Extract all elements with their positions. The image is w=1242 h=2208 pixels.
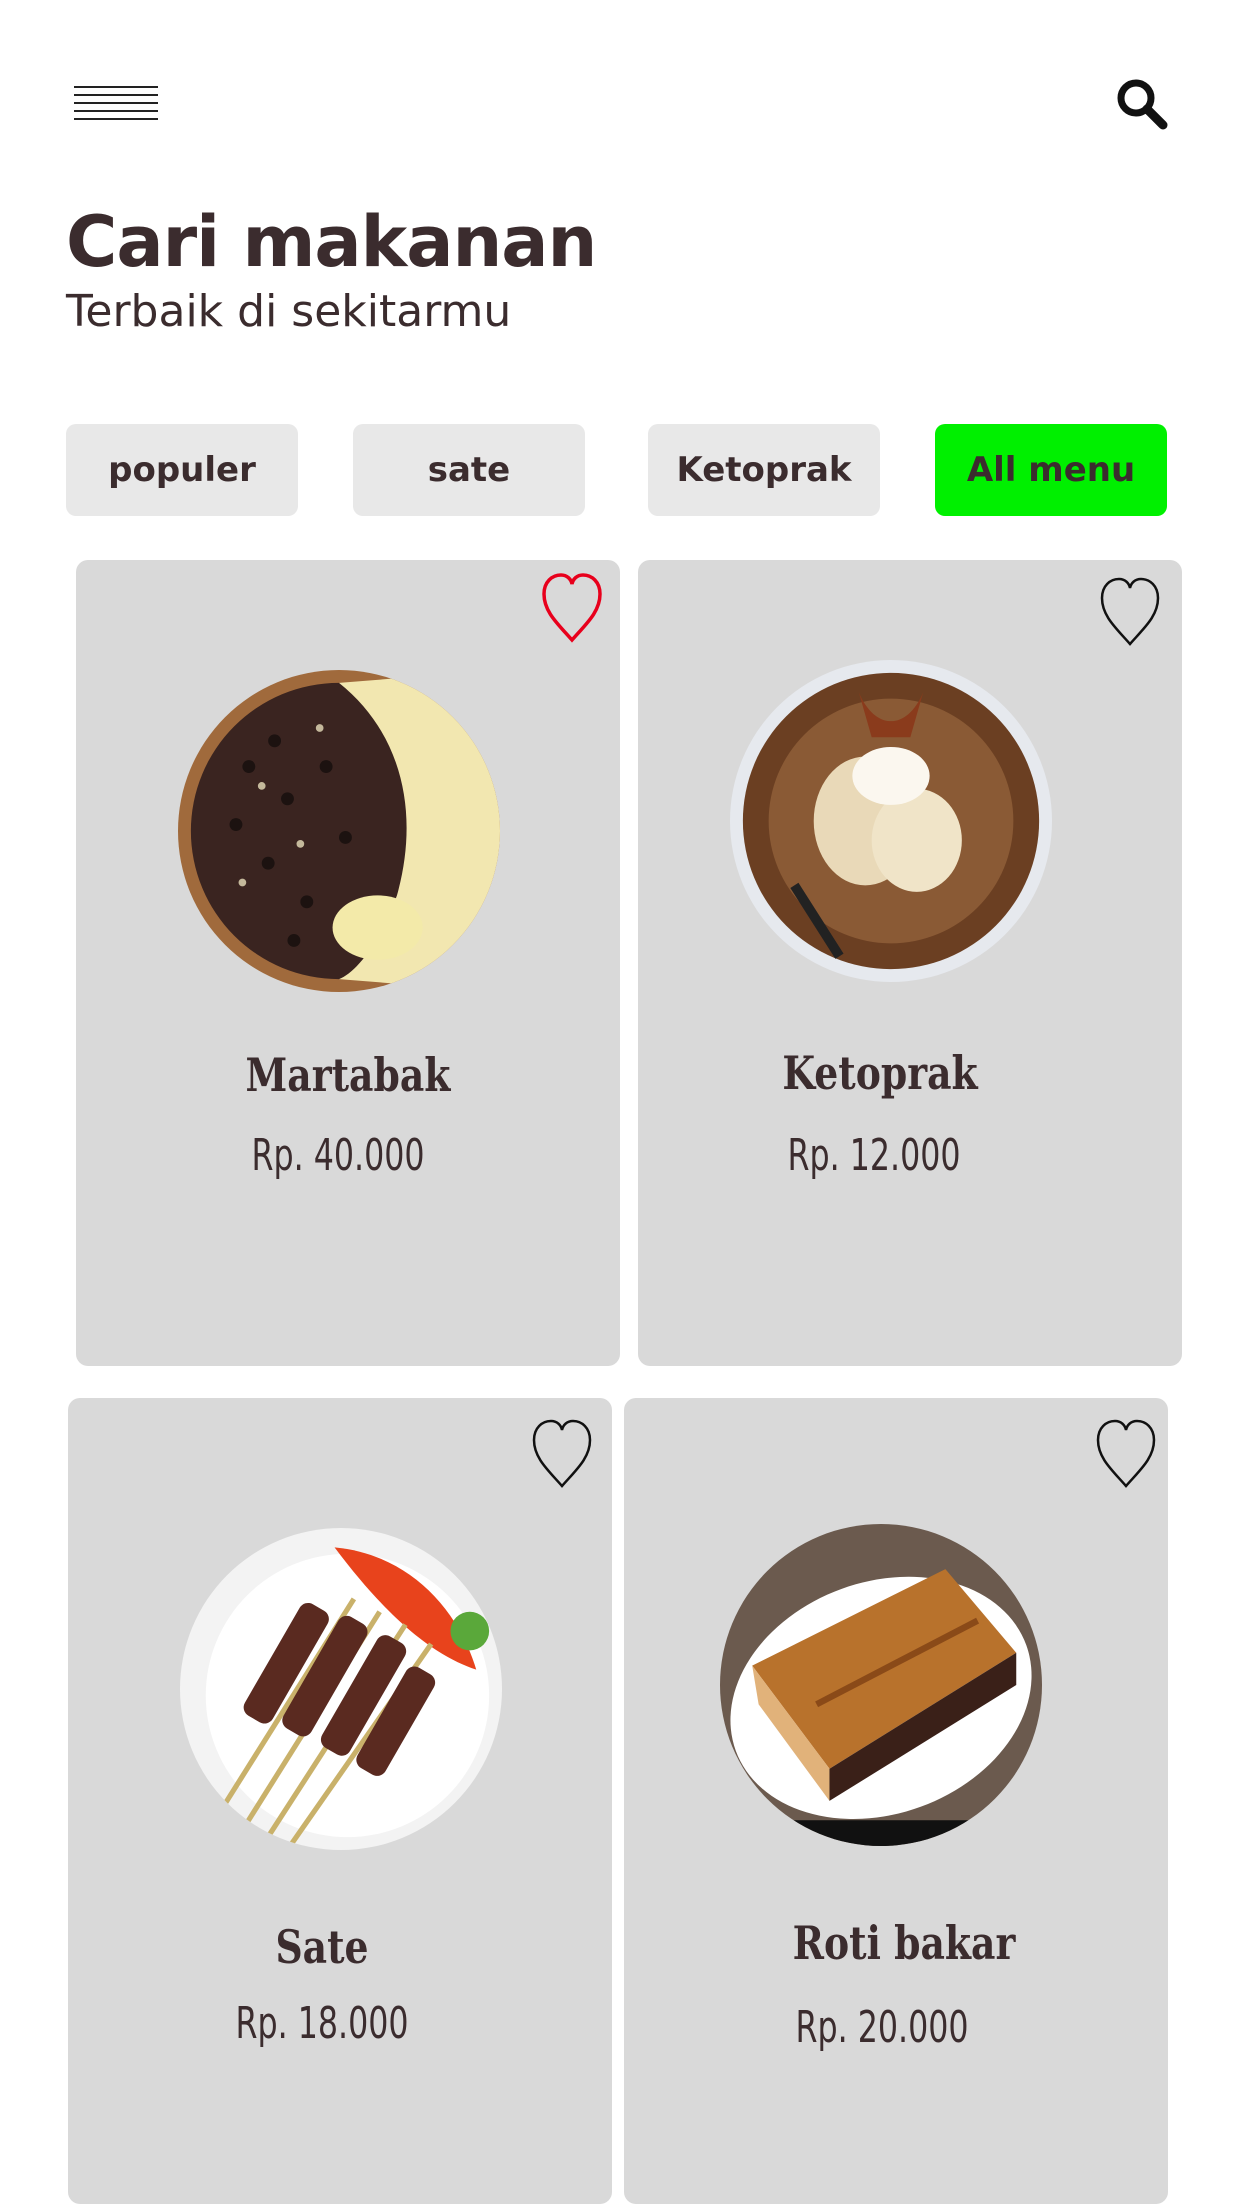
filter-ketoprak[interactable]: Ketoprak [648, 424, 880, 516]
heart-icon[interactable] [1098, 576, 1162, 648]
food-name: Roti bakar [792, 1916, 1016, 1970]
search-icon[interactable] [1114, 76, 1170, 132]
page-title: Cari makanan [66, 201, 597, 283]
food-card-sate[interactable]: Sate Rp. 18.000 [68, 1398, 612, 2204]
page-subtitle: Terbaik di sekitarmu [66, 286, 512, 337]
food-name: Sate [275, 1920, 369, 1974]
top-bar [0, 0, 1242, 160]
food-price: Rp. 12.000 [787, 1130, 961, 1181]
food-price: Rp. 20.000 [795, 2002, 969, 2053]
heart-icon[interactable] [530, 1418, 594, 1490]
food-name: Martabak [245, 1048, 451, 1102]
food-card-martabak[interactable]: Martabak Rp. 40.000 [76, 560, 620, 1366]
food-price: Rp. 18.000 [235, 1998, 409, 2049]
martabak-photo [178, 670, 500, 992]
category-filters: populer sate Ketoprak All menu [0, 424, 1242, 516]
sate-photo [180, 1528, 502, 1850]
roti-bakar-photo [720, 1524, 1042, 1846]
filter-all-menu[interactable]: All menu [935, 424, 1167, 516]
page-heading: Cari makanan Terbaik di sekitarmu [66, 200, 966, 340]
food-price: Rp. 40.000 [251, 1130, 425, 1181]
heart-icon[interactable] [1094, 1418, 1158, 1490]
hamburger-menu-icon[interactable] [74, 86, 158, 120]
food-name: Ketoprak [782, 1046, 978, 1100]
food-card-ketoprak[interactable]: Ketoprak Rp. 12.000 [638, 560, 1182, 1366]
food-card-roti-bakar[interactable]: Roti bakar Rp. 20.000 [624, 1398, 1168, 2204]
filter-sate[interactable]: sate [353, 424, 585, 516]
filter-populer[interactable]: populer [66, 424, 298, 516]
heart-icon-favorited[interactable] [540, 572, 604, 644]
ketoprak-photo [730, 660, 1052, 982]
